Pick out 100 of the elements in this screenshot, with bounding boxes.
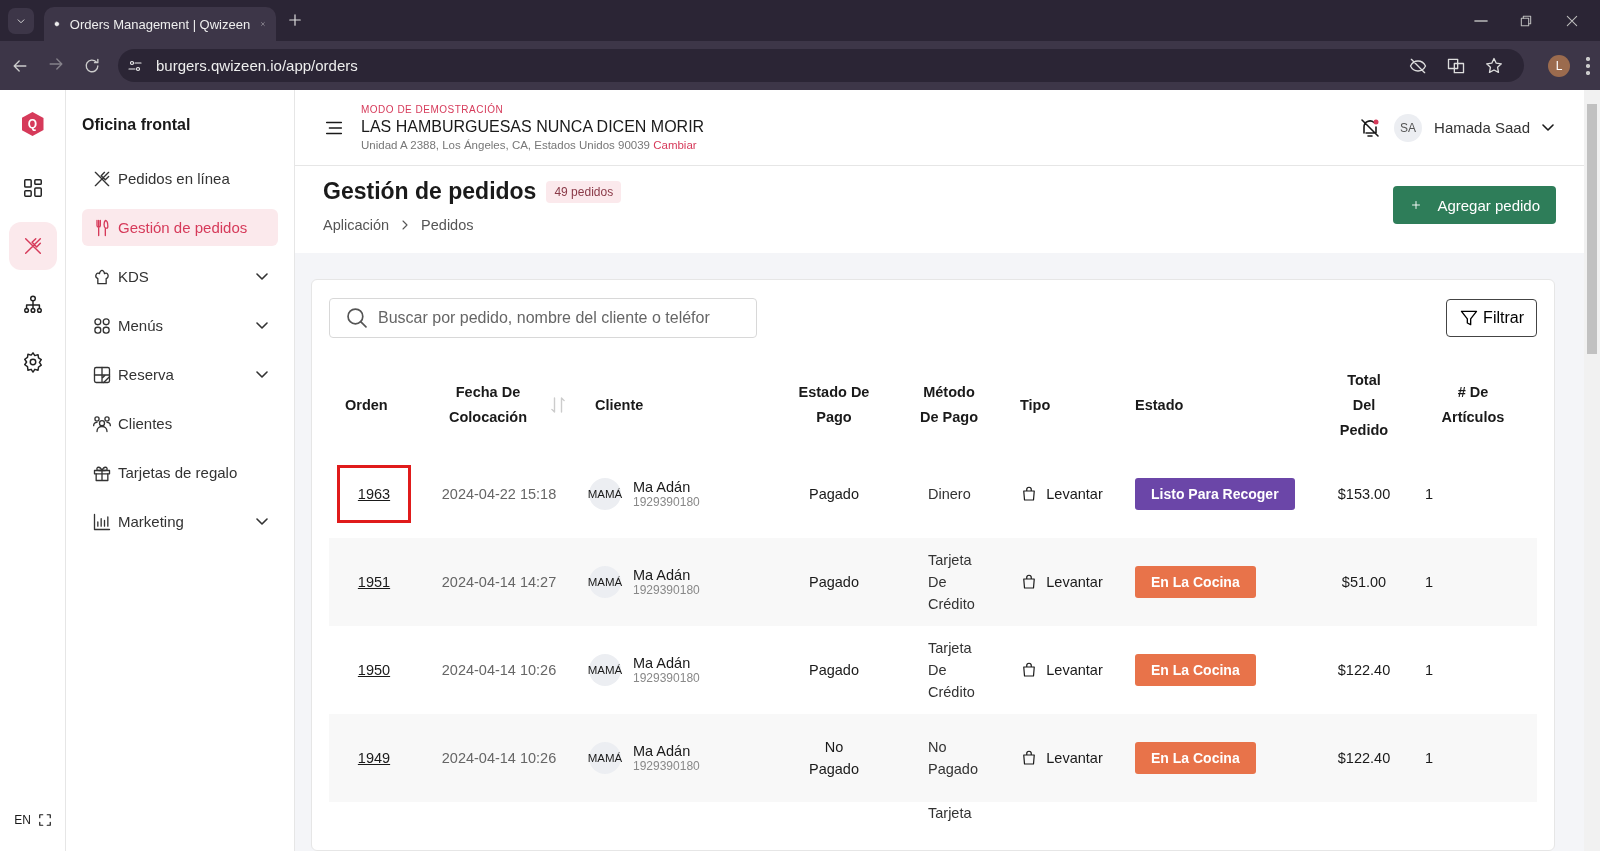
- payment-method: Tarjeta De Crédito: [927, 551, 976, 614]
- order-link[interactable]: 1963: [336, 465, 412, 523]
- order-type: Levantar: [1046, 750, 1103, 766]
- users-icon: [92, 413, 112, 434]
- nav-item[interactable]: Tarjetas de regalo: [82, 454, 278, 491]
- order-total: $122.40: [1337, 662, 1391, 678]
- restaurant-address: Unidad A 2388, Los Ángeles, CA, Estados Unidos 90039: [361, 139, 650, 151]
- filter-button[interactable]: Filtrar: [1446, 299, 1537, 337]
- nav-item[interactable]: Menús: [82, 307, 278, 344]
- customer-avatar: MAMÁ: [589, 566, 621, 598]
- chevron-down-icon: [256, 322, 268, 329]
- item-count: 1: [1425, 662, 1434, 678]
- customer-phone: 1929390180: [633, 759, 700, 773]
- chevron-down-icon: [256, 518, 268, 525]
- add-order-button[interactable]: Agregar pedido: [1393, 186, 1556, 224]
- table-grid-icon: [92, 364, 112, 385]
- breadcrumb-item: Pedidos: [421, 217, 474, 233]
- chevron-down-icon: [256, 371, 268, 378]
- address-bar[interactable]: burgers.qwizeen.io/app/orders: [118, 49, 1524, 82]
- settings-icon: [21, 351, 44, 373]
- user-avatar[interactable]: SA: [1394, 113, 1423, 142]
- demo-mode-label: MODO DE DEMOSTRACIÓN: [361, 104, 505, 115]
- expand-icon: [38, 814, 51, 826]
- restore-icon: [1518, 13, 1534, 29]
- column-header: Estado: [1135, 395, 1184, 415]
- filter-icon: [1459, 308, 1480, 328]
- order-type: Levantar: [1046, 662, 1103, 678]
- close-icon: [1564, 13, 1580, 29]
- payment-status: Pagado: [808, 485, 860, 504]
- order-count-badge: 49 pedidos: [546, 180, 622, 203]
- scrollbar[interactable]: [1584, 90, 1600, 851]
- customer-name: Ma Adán: [633, 567, 692, 583]
- order-date: 2024-04-22 15:18: [441, 486, 557, 502]
- payment-method: Tarjeta De Crédito: [927, 639, 976, 702]
- customer-phone: 1929390180: [633, 671, 700, 685]
- user-name[interactable]: Hamada Saad: [1434, 119, 1530, 136]
- change-link[interactable]: Cambiar: [653, 139, 697, 151]
- order-link[interactable]: 1950: [336, 641, 412, 699]
- nav-item[interactable]: Gestión de pedidos: [82, 209, 278, 246]
- column-header: # De Artículos: [1440, 383, 1506, 427]
- column-header: Fecha De Colocación: [447, 383, 529, 427]
- order-date: 2024-04-14 14:27: [441, 574, 557, 590]
- customer-name: Ma Adán: [633, 479, 692, 495]
- customer-name: Ma Adán: [633, 655, 692, 671]
- column-header: Cliente: [595, 395, 644, 415]
- nav-item[interactable]: Reserva: [82, 356, 278, 393]
- app-logo[interactable]: Q: [21, 112, 44, 136]
- payment-method: Dinero: [927, 485, 972, 504]
- minimize-icon: [1474, 20, 1488, 22]
- order-date: 2024-04-14 10:26: [441, 662, 557, 678]
- item-count: 1: [1425, 574, 1434, 590]
- restaurant-name: LAS HAMBURGUESAS NUNCA DICEN MORIR: [361, 118, 705, 136]
- search-field[interactable]: Buscar por pedido, nombre del cliente o teléfor: [329, 298, 757, 338]
- payment-status: No Pagado: [808, 738, 860, 779]
- order-date: 2024-04-14 10:26: [441, 750, 557, 766]
- item-count: 1: [1425, 750, 1434, 766]
- column-header: Tipo: [1020, 395, 1051, 415]
- customer-avatar: MAMÁ: [589, 654, 621, 686]
- search-icon: [347, 308, 367, 328]
- column-header: Estado De Pago: [797, 383, 871, 427]
- profile-avatar[interactable]: L: [1548, 54, 1570, 77]
- status-badge: En La Cocina: [1135, 654, 1256, 686]
- payment-status: Pagado: [808, 661, 860, 680]
- dashboard-icon: [21, 177, 44, 199]
- payment-method: Tarjeta: [927, 804, 973, 823]
- chevron-down-icon: [256, 273, 268, 280]
- item-count: 1: [1425, 486, 1434, 502]
- browser-tab[interactable]: Orders Management | Qwizeen: [44, 7, 276, 41]
- column-header: Orden: [345, 395, 388, 415]
- status-badge: En La Cocina: [1135, 566, 1256, 598]
- order-total: $51.00: [1341, 574, 1387, 590]
- payment-method: No Pagado: [927, 738, 979, 779]
- plus-icon: [286, 11, 304, 29]
- customer-avatar: MAMÁ: [589, 478, 621, 510]
- customer-phone: 1929390180: [633, 583, 700, 597]
- more-icon: [1586, 56, 1590, 75]
- nav-item[interactable]: Clientes: [82, 405, 278, 442]
- grid-icon: [92, 315, 112, 336]
- order-total: $153.00: [1337, 486, 1391, 502]
- payment-status: Pagado: [808, 573, 860, 592]
- nav-item[interactable]: KDS: [82, 258, 278, 295]
- breadcrumb-item[interactable]: Aplicación: [323, 217, 390, 233]
- order-type: Levantar: [1046, 574, 1103, 590]
- nav-title: Oficina frontal: [82, 116, 192, 134]
- nav-item[interactable]: Pedidos en línea: [82, 160, 278, 197]
- page-title: Gestión de pedidos: [323, 178, 537, 205]
- network-icon: [21, 293, 44, 315]
- chevron-down-icon: [1542, 124, 1554, 131]
- star-icon: [1484, 55, 1504, 76]
- column-header: Total Del Pedido: [1339, 370, 1389, 440]
- status-badge: Listo Para Recoger: [1135, 478, 1295, 510]
- customer-phone: 1929390180: [633, 495, 700, 509]
- bar-chart-icon: [92, 511, 112, 532]
- customer-avatar: MAMÁ: [589, 742, 621, 774]
- order-type: Levantar: [1046, 486, 1103, 502]
- customer-name: Ma Adán: [633, 743, 692, 759]
- status-badge: En La Cocina: [1135, 742, 1256, 774]
- column-header: Método De Pago: [919, 383, 979, 427]
- language-label[interactable]: EN: [14, 813, 31, 827]
- nav-item[interactable]: Marketing: [82, 503, 278, 540]
